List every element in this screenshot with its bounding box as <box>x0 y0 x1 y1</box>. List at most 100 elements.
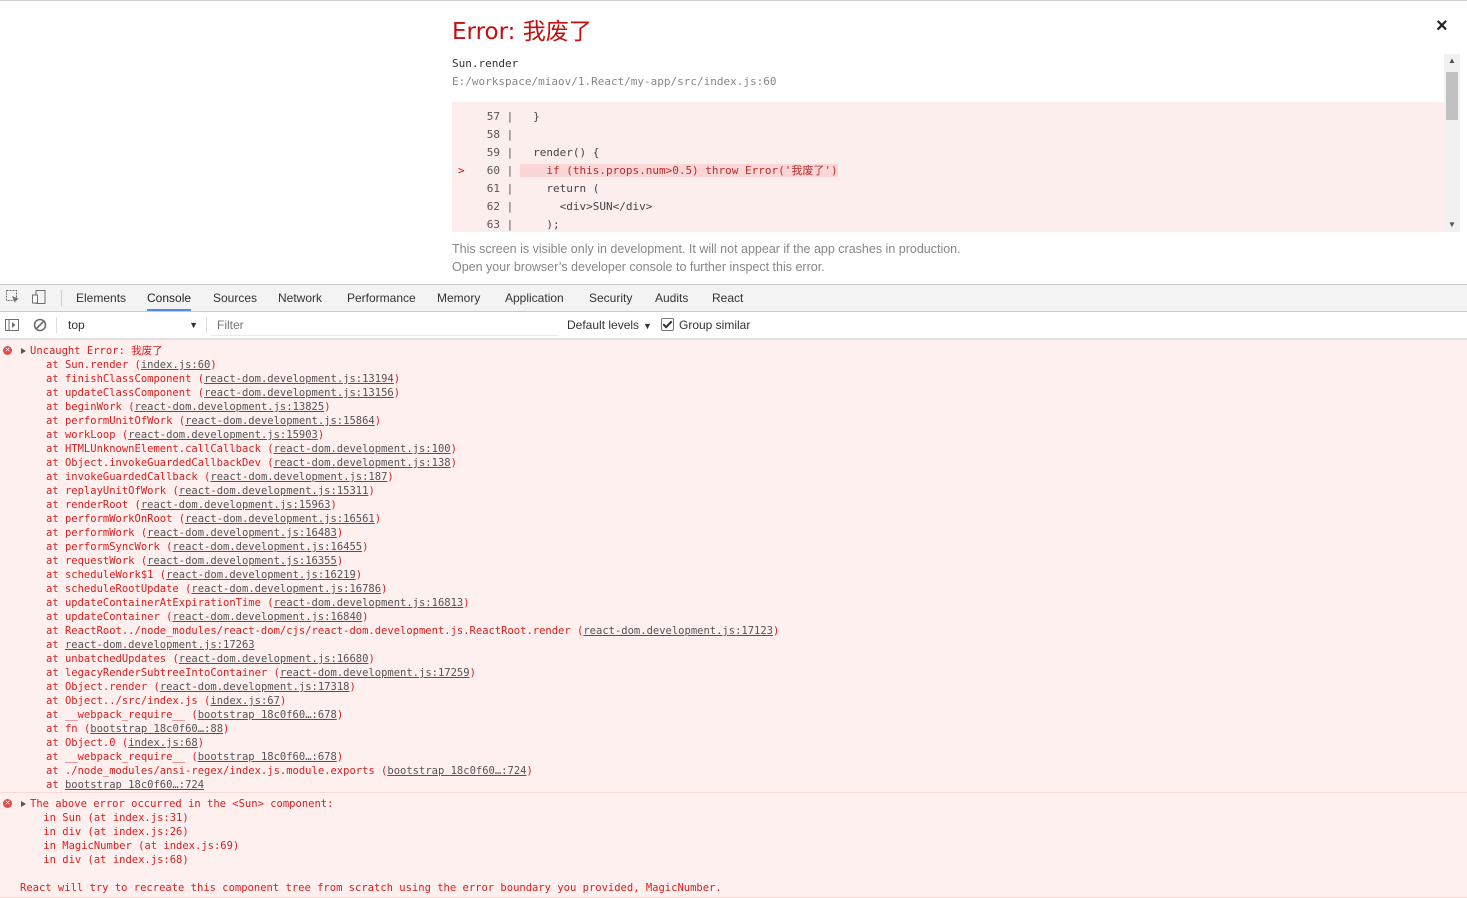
context-select-value: top <box>68 318 85 332</box>
expand-triangle-icon[interactable] <box>21 801 26 807</box>
stack-function: scheduleWork$1 <box>64 569 154 581</box>
paren: ( <box>185 751 198 763</box>
paren: ) <box>393 373 401 385</box>
paren: ) <box>393 387 401 399</box>
gutter-separator: | <box>500 200 520 213</box>
component-stack-line: in MagicNumber (at index.js:69) <box>18 840 240 852</box>
source-link[interactable]: react-dom.development.js:13156 <box>204 387 394 399</box>
log-levels-dropdown[interactable]: Default levels ▼ <box>567 315 652 336</box>
source-link[interactable]: react-dom.development.js:138 <box>274 457 451 469</box>
source-link[interactable]: react-dom.development.js:17318 <box>160 681 350 693</box>
source-link[interactable]: react-dom.development.js:16840 <box>172 611 362 623</box>
stack-frame: at fn (bootstrap 18c0f60…:88) <box>46 722 229 736</box>
tab-performance[interactable]: Performance <box>347 285 416 311</box>
source-link[interactable]: bootstrap 18c0f60…:678 <box>198 751 337 763</box>
stack-frame: at finishClassComponent (react-dom.devel… <box>46 372 400 386</box>
source-link[interactable]: react-dom.development.js:17263 <box>65 639 255 651</box>
source-link[interactable]: bootstrap 18c0f60…:678 <box>198 709 337 721</box>
source-link[interactable]: react-dom.development.js:100 <box>274 443 451 455</box>
toolbar-divider <box>206 317 207 333</box>
source-link[interactable]: bootstrap 18c0f60…:724 <box>387 765 526 777</box>
inspect-element-icon[interactable] <box>5 289 21 305</box>
stack-frame: at updateContainerAtExpirationTime (reac… <box>46 596 470 610</box>
stack-at: at <box>46 443 65 455</box>
source-link[interactable]: bootstrap 18c0f60…:88 <box>90 723 223 735</box>
stack-frame: at updateClassComponent (react-dom.devel… <box>46 386 400 400</box>
stack-frame: at workLoop (react-dom.development.js:15… <box>46 428 324 442</box>
source-link[interactable]: react-dom.development.js:17259 <box>280 667 470 679</box>
device-toolbar-icon[interactable] <box>31 289 47 305</box>
source-link[interactable]: react-dom.development.js:187 <box>210 471 387 483</box>
scroll-down-icon[interactable]: ▼ <box>1444 218 1460 232</box>
paren: ( <box>191 387 205 399</box>
scroll-up-icon[interactable]: ▲ <box>1444 54 1460 68</box>
stack-at: at <box>46 723 65 735</box>
expand-triangle-icon[interactable] <box>21 348 26 354</box>
code-frame: 57 | } 58 | 59 | render() {>60 | if (this… <box>452 102 1444 232</box>
error-head: The above error occurred in the <Sun> co… <box>30 798 334 810</box>
tab-application[interactable]: Application <box>505 285 564 311</box>
paren: ( <box>77 723 91 735</box>
tab-memory[interactable]: Memory <box>437 285 480 311</box>
stack-at: at <box>46 611 65 623</box>
paren: ) <box>362 541 369 553</box>
source-link[interactable]: react-dom.development.js:15864 <box>185 415 375 427</box>
tab-security[interactable]: Security <box>589 285 632 311</box>
show-sidebar-icon[interactable] <box>4 317 20 333</box>
paren: ( <box>191 373 205 385</box>
stack-frame: at Object.render (react-dom.development.… <box>46 680 356 694</box>
stack-at: at <box>46 527 65 539</box>
source-link[interactable]: react-dom.development.js:16813 <box>274 597 464 609</box>
source-link[interactable]: react-dom.development.js:16561 <box>185 513 375 525</box>
stack-at: at <box>46 765 65 777</box>
line-number: 59 <box>486 146 500 159</box>
paren: ) <box>387 471 394 483</box>
tab-network[interactable]: Network <box>278 285 322 311</box>
tab-sources[interactable]: Sources <box>213 285 257 311</box>
overlay-file-path[interactable]: E:/workspace/miaov/1.React/my-app/src/in… <box>452 75 777 88</box>
paren: ) <box>336 555 344 567</box>
source-link[interactable]: react-dom.development.js:16786 <box>191 583 381 595</box>
code-line: 58 | <box>452 126 1444 144</box>
scrollbar-thumb[interactable] <box>1446 72 1458 120</box>
paren: ( <box>147 681 160 693</box>
source-link[interactable]: bootstrap 18c0f60…:724 <box>65 779 204 791</box>
stack-function: performWork <box>64 527 135 539</box>
source-link[interactable]: react-dom.development.js:13194 <box>204 373 394 385</box>
stack-frame: at updateContainer (react-dom.developmen… <box>46 610 368 624</box>
context-select[interactable]: top ▼ <box>62 315 202 335</box>
source-link[interactable]: index.js:68 <box>128 737 198 749</box>
source-link[interactable]: react-dom.development.js:13825 <box>135 401 325 413</box>
tab-console[interactable]: Console <box>147 285 192 311</box>
filter-input[interactable] <box>211 315 557 335</box>
source-link[interactable]: react-dom.development.js:15311 <box>179 485 369 497</box>
source-link[interactable]: react-dom.development.js:16455 <box>172 541 362 553</box>
stack-frame: at invokeGuardedCallback (react-dom.deve… <box>46 470 394 484</box>
group-similar-checkbox[interactable] <box>661 318 674 331</box>
overlay-scrollbar[interactable]: ▲ ▼ <box>1444 54 1460 232</box>
tab-elements[interactable]: Elements <box>76 285 126 311</box>
close-icon[interactable]: × <box>1436 15 1448 37</box>
tab-react[interactable]: React <box>712 285 743 311</box>
source-link[interactable]: react-dom.development.js:16483 <box>147 527 337 539</box>
gutter-separator: | <box>500 164 520 177</box>
paren: ( <box>197 695 211 707</box>
source-link[interactable]: react-dom.development.js:16219 <box>166 569 356 581</box>
paren: ( <box>374 765 388 777</box>
tab-audits[interactable]: Audits <box>655 285 688 311</box>
paren: ( <box>159 541 173 553</box>
source-link[interactable]: react-dom.development.js:15903 <box>128 429 318 441</box>
source-link[interactable]: react-dom.development.js:16355 <box>147 555 337 567</box>
source-link[interactable]: index.js:67 <box>210 695 280 707</box>
source-link[interactable]: react-dom.development.js:16680 <box>179 653 369 665</box>
source-link[interactable]: index.js:60 <box>141 359 211 371</box>
source-link[interactable]: react-dom.development.js:15963 <box>141 499 331 511</box>
paren: ) <box>450 443 457 455</box>
console-output: ✕ Uncaught Error: 我废了 at Sun.render (ind… <box>0 339 1467 898</box>
paren: ( <box>153 569 167 581</box>
clear-console-icon[interactable] <box>32 317 48 333</box>
console-text-line: React will try to recreate this componen… <box>20 882 722 894</box>
source-link[interactable]: react-dom.development.js:17123 <box>583 625 773 637</box>
stack-function: fn <box>64 723 78 735</box>
gutter-separator: | <box>500 128 520 141</box>
